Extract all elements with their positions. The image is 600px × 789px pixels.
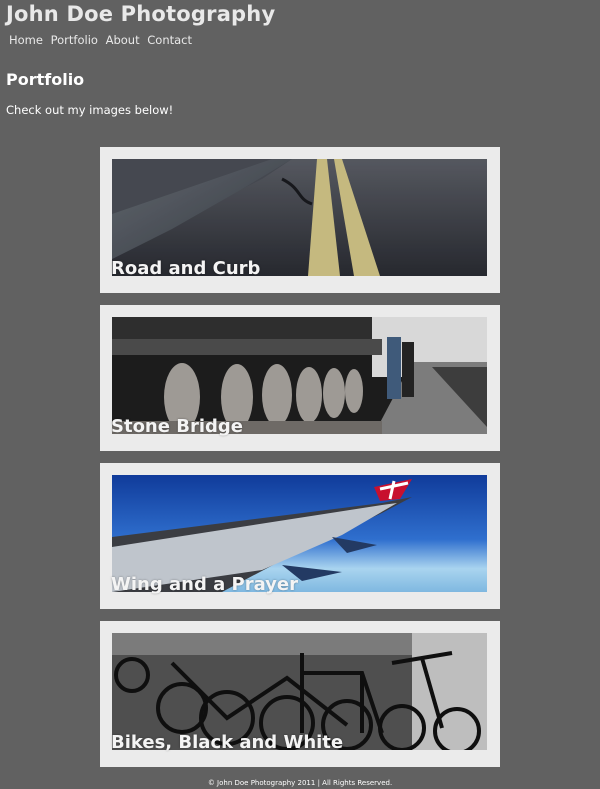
gallery-card-bridge[interactable]: Stone Bridge xyxy=(100,305,500,451)
nav-home-link[interactable]: Home xyxy=(9,33,43,47)
photo-caption: Road and Curb xyxy=(111,258,261,279)
gallery-card-wing[interactable]: Wing and a Prayer xyxy=(100,463,500,609)
site-title: John Doe Photography xyxy=(6,2,276,26)
photo-caption: Bikes, Black and White xyxy=(111,732,344,753)
page-title: Portfolio xyxy=(6,70,85,89)
nav-about-link[interactable]: About xyxy=(106,33,140,47)
nav-contact-link[interactable]: Contact xyxy=(147,33,192,47)
intro-text: Check out my images below! xyxy=(6,103,174,117)
gallery-card-bikes[interactable]: Bikes, Black and White xyxy=(100,621,500,767)
footer-copyright: © John Doe Photography 2011 | All Rights… xyxy=(207,779,393,787)
photo-caption: Wing and a Prayer xyxy=(111,574,298,595)
gallery-card-road[interactable]: Road and Curb xyxy=(100,147,500,293)
photo-caption: Stone Bridge xyxy=(111,416,243,437)
nav-portfolio-link[interactable]: Portfolio xyxy=(51,33,98,47)
main-nav: Home Portfolio About Contact xyxy=(9,33,196,47)
